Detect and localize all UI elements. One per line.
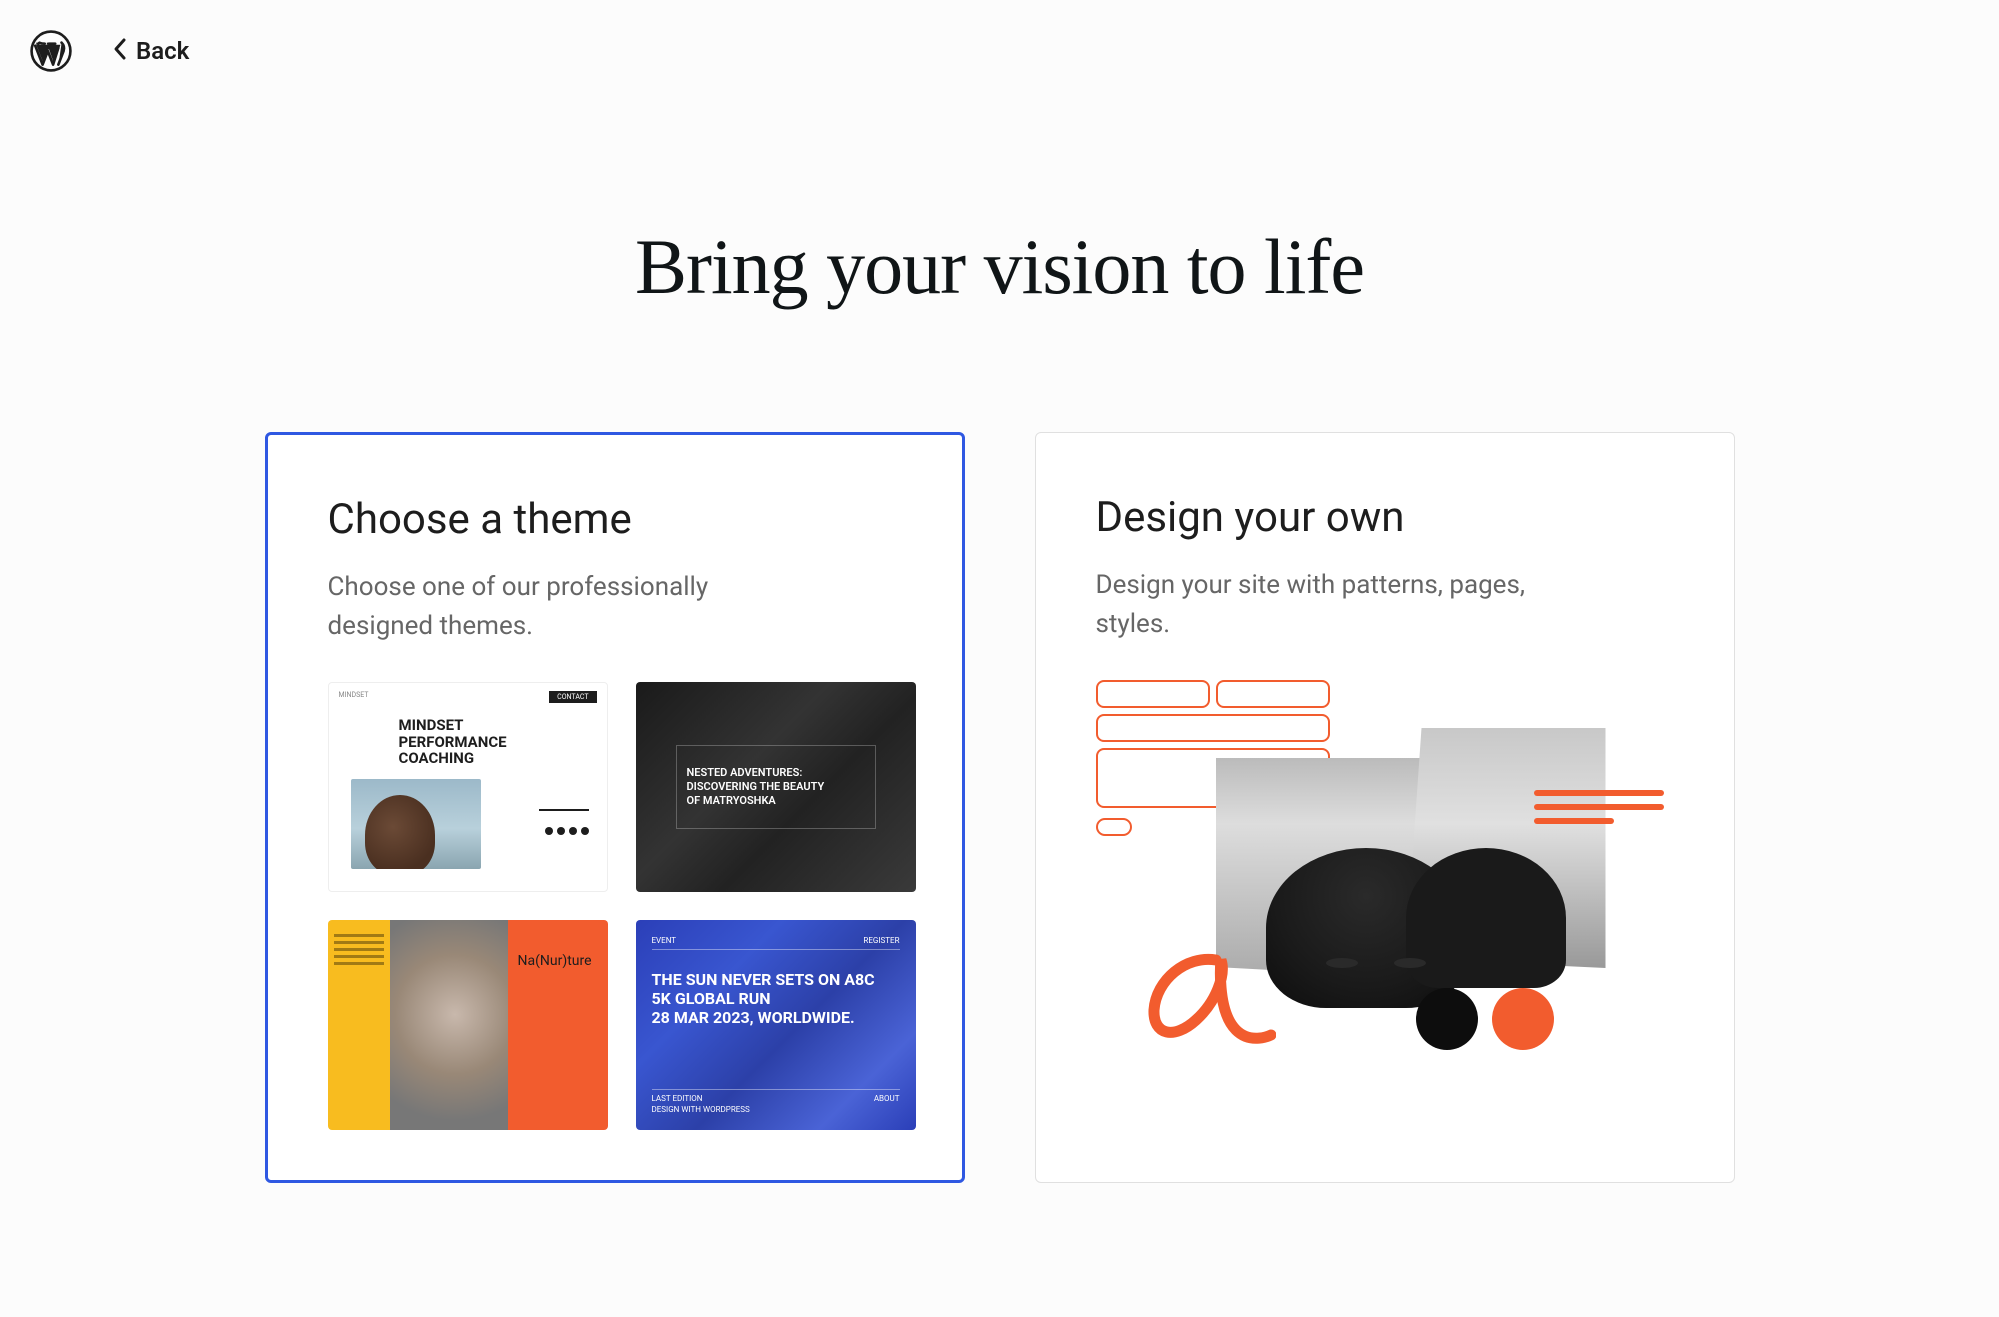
option-cards-row: Choose a theme Choose one of our profess… [265, 432, 1735, 1183]
design-your-own-card[interactable]: Design your own Design your site with pa… [1035, 432, 1735, 1183]
text-lines-icon [1534, 790, 1664, 832]
design-illustration [1096, 680, 1674, 1060]
card-title: Design your own [1096, 493, 1674, 542]
tile-overlay-box: NESTED ADVENTURES: DISCOVERING THE BEAUT… [676, 745, 876, 830]
card-title: Choose a theme [328, 495, 902, 544]
tile-panel-orange: Na(Nur)ture [508, 920, 608, 1130]
header-bar: Back [0, 0, 1999, 102]
color-dots-icon [1416, 988, 1554, 1050]
page-title: Bring your vision to life [635, 222, 1364, 312]
dot-black-icon [1416, 988, 1478, 1050]
script-a-icon [1126, 940, 1276, 1060]
choose-theme-card[interactable]: Choose a theme Choose one of our profess… [265, 432, 965, 1183]
tile-top-row: EVENT REGISTER [652, 936, 900, 950]
back-label: Back [136, 37, 189, 65]
dot-orange-icon [1492, 988, 1554, 1050]
tile-main-text: THE SUN NEVER SETS ON A8C 5K GLOBAL RUN … [652, 970, 900, 1028]
theme-preview-grid: MINDSET CONTACT MINDSET PERFORMANCE COAC… [328, 682, 902, 1130]
wordpress-logo-icon[interactable] [30, 30, 72, 72]
main-content: Bring your vision to life Choose a theme… [0, 102, 1999, 1183]
wireframe-block-icon [1096, 680, 1210, 708]
theme-preview-nurture: Na(Nur)ture [328, 920, 608, 1130]
chevron-left-icon [112, 35, 128, 68]
tile-photo-placeholder [351, 779, 481, 869]
tile-sidebar-yellow [328, 920, 390, 1130]
theme-preview-event: EVENT REGISTER THE SUN NEVER SETS ON A8C… [636, 920, 916, 1130]
tile-nav-label: MINDSET [339, 691, 369, 703]
wireframe-block-icon [1096, 714, 1330, 742]
card-description: Design your site with patterns, pages, s… [1096, 566, 1556, 644]
tile-bottom-row: LAST EDITION ABOUT DESIGN WITH WORDPRESS [652, 1089, 900, 1114]
tile-decor-dots [545, 827, 589, 835]
tile-headline: MINDSET PERFORMANCE COACHING [329, 711, 607, 767]
tile-overlay-text: NESTED ADVENTURES: DISCOVERING THE BEAUT… [687, 766, 865, 809]
tile-nav-button: CONTACT [549, 691, 596, 703]
tile-portrait-placeholder [390, 920, 508, 1130]
wireframe-pill-icon [1096, 818, 1132, 836]
tile-label: Na(Nur)ture [518, 953, 592, 969]
card-description: Choose one of our professionally designe… [328, 568, 788, 646]
theme-preview-adventures: NESTED ADVENTURES: DISCOVERING THE BEAUT… [636, 682, 916, 892]
back-button[interactable]: Back [112, 35, 189, 68]
theme-preview-mindset: MINDSET CONTACT MINDSET PERFORMANCE COAC… [328, 682, 608, 892]
wireframe-block-icon [1216, 680, 1330, 708]
tile-decor-line [539, 809, 589, 811]
